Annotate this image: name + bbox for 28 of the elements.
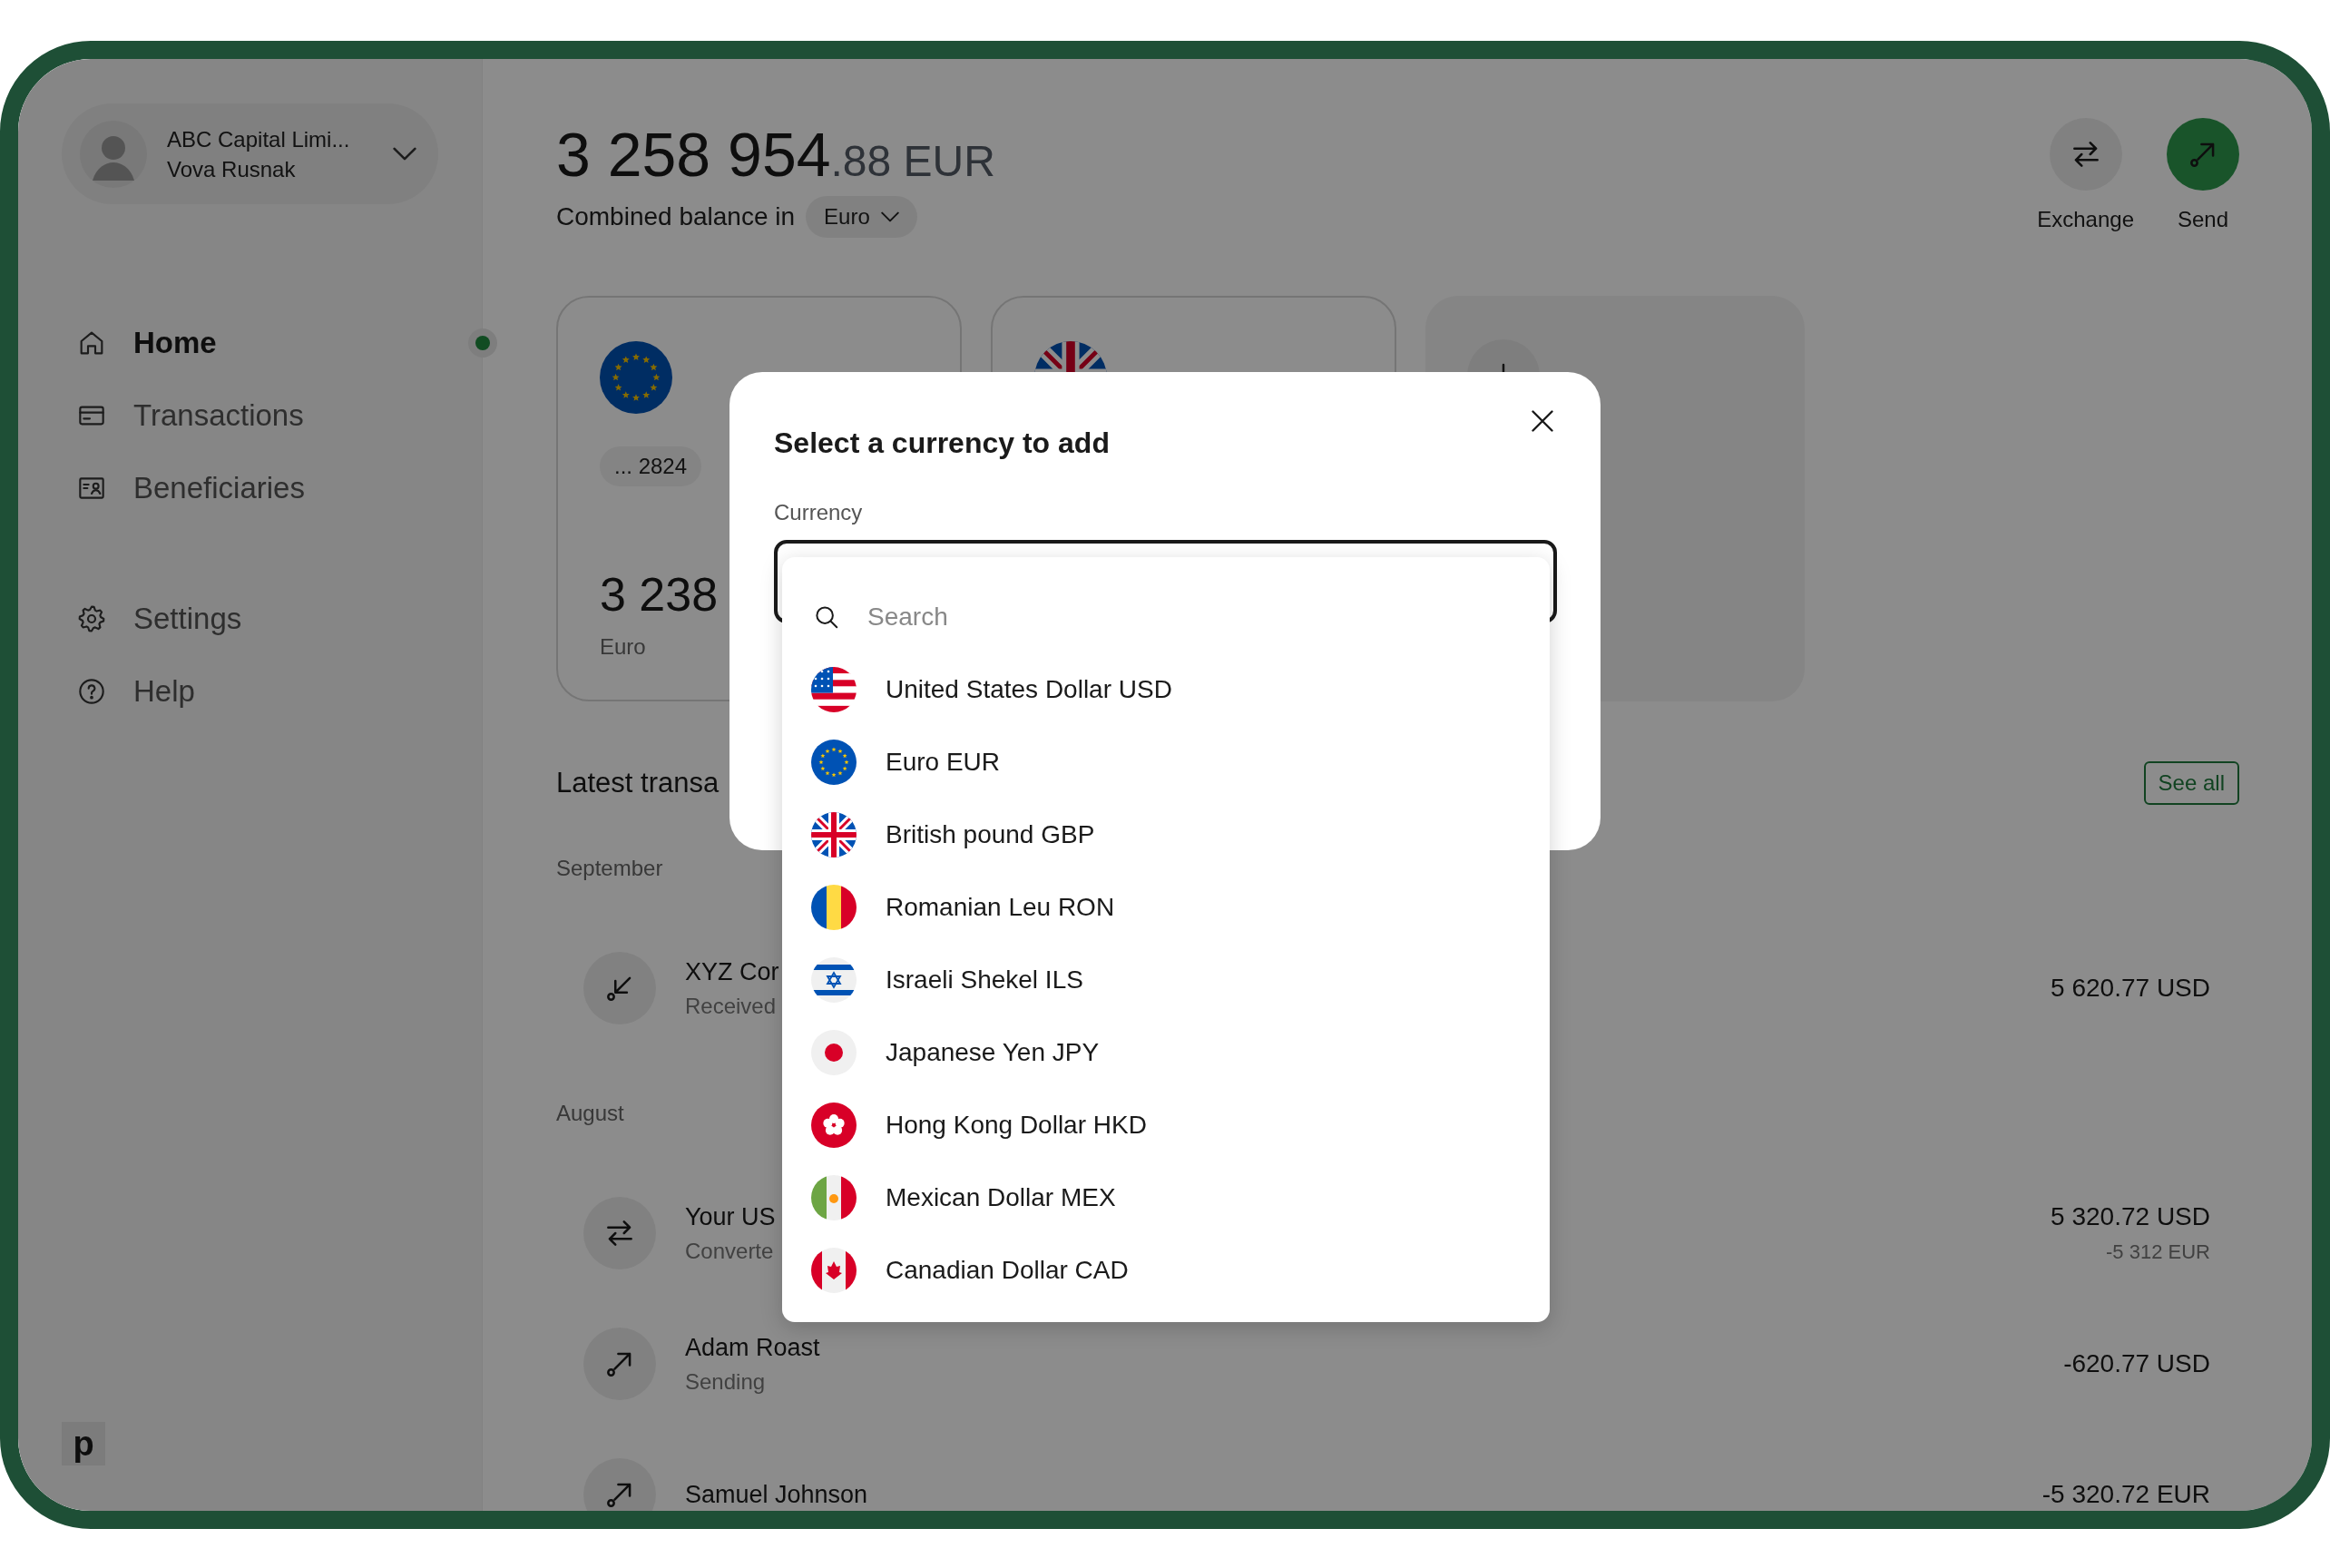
transaction-name: Samuel Johnson	[685, 1480, 868, 1509]
transaction-name: Your US	[685, 1202, 776, 1231]
dialog-title: Select a currency to add	[774, 426, 1110, 460]
transaction-amount: 5 320.72 USD	[2051, 1202, 2210, 1231]
account-balance: 3 238	[600, 567, 719, 622]
section-title: Latest transa	[556, 767, 720, 799]
transaction-name: XYZ Cor	[685, 957, 779, 986]
month-label: August	[556, 1101, 624, 1126]
company-name: ABC Capital Limi...	[167, 125, 351, 153]
account-currency: Euro	[600, 634, 646, 660]
transaction-amount: 5 620.77 USD	[2051, 974, 2210, 1003]
transaction-amount: -620.77 USD	[2063, 1349, 2210, 1378]
button-label: Send	[2177, 207, 2229, 232]
transaction-status: Converte	[685, 1238, 774, 1264]
logo: p	[62, 1422, 105, 1465]
month-label: September	[556, 856, 663, 881]
transaction-amount: -5 320.72 EUR	[2041, 1480, 2210, 1509]
converted-amount: -5 312 EUR	[2106, 1240, 2210, 1264]
transaction-name: Adam Roast	[685, 1333, 820, 1362]
transaction-status: Received	[685, 993, 777, 1019]
account-number: ... 2824	[600, 446, 702, 486]
transaction-status: Sending	[685, 1368, 766, 1395]
balance-amount: 3 258 954	[556, 119, 831, 191]
balance-decimals: .88 EUR	[830, 136, 995, 186]
balance-caption: Combined balance in	[556, 202, 796, 231]
user-name: Vova Rusnak	[167, 155, 297, 183]
field-label: Currency	[774, 500, 864, 525]
button-label: Exchange	[2037, 207, 2134, 232]
